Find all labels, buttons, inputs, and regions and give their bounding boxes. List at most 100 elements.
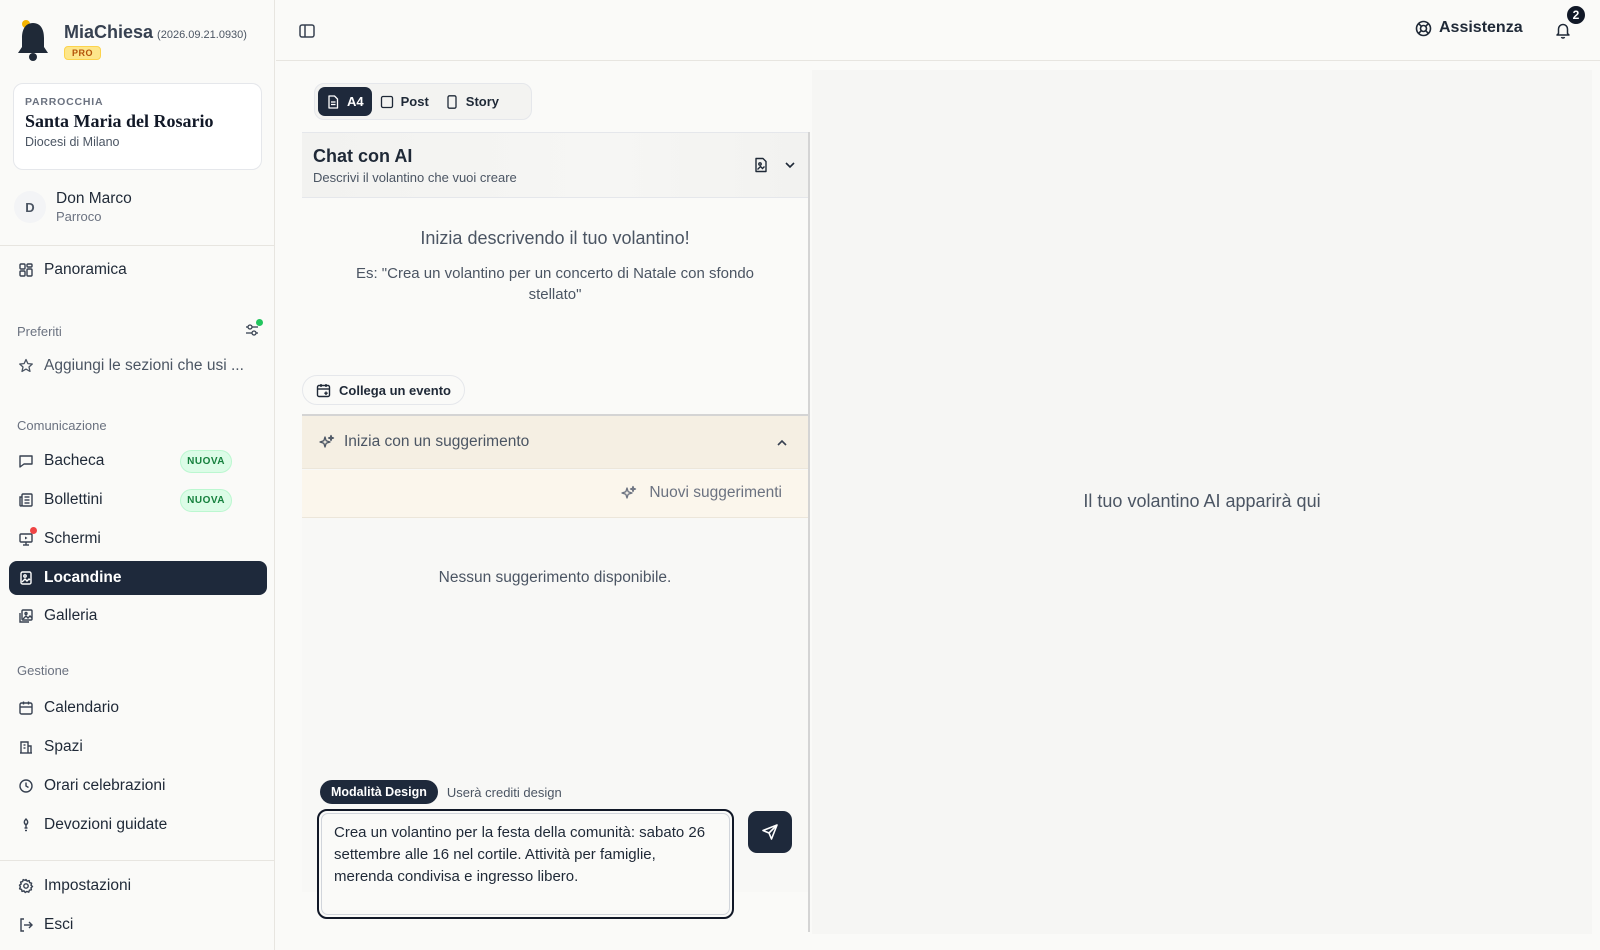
nav-esci[interactable]: Esci <box>9 908 267 942</box>
divider <box>0 245 275 246</box>
nav-overview-label: Panoramica <box>44 261 127 278</box>
suggestions-header[interactable]: Inizia con un suggerimento <box>302 416 808 469</box>
candle-icon <box>18 817 34 833</box>
nav-galleria[interactable]: Galleria <box>9 599 267 633</box>
notifications-count: 2 <box>1565 4 1587 26</box>
nav-bacheca[interactable]: Bacheca NUOVA <box>9 444 267 478</box>
send-button[interactable] <box>748 811 792 853</box>
nav-spazi[interactable]: Spazi <box>9 730 267 764</box>
nav-devozioni[interactable]: Devozioni guidate <box>9 808 267 842</box>
no-suggestions-text: Nessun suggerimento disponibile. <box>438 569 672 586</box>
preview-area: Il tuo volantino AI apparirà qui <box>812 70 1592 934</box>
tab-a4-label: A4 <box>347 94 364 109</box>
poster-icon <box>18 570 34 586</box>
sparkles-icon <box>621 485 637 501</box>
help-button[interactable]: Assistenza <box>1415 19 1523 37</box>
app-name: MiaChiesa <box>64 22 154 42</box>
newspaper-icon <box>18 492 34 508</box>
nav-locandine[interactable]: Locandine <box>9 561 267 595</box>
tab-post[interactable]: Post <box>372 87 437 116</box>
new-badge: NUOVA <box>180 488 232 512</box>
parish-label: PARROCCHIA <box>25 96 104 108</box>
preview-placeholder: Il tuo volantino AI apparirà qui <box>1083 491 1321 511</box>
chat-title: Chat con AI <box>313 146 413 166</box>
parish-diocese: Diocesi di Milano <box>25 135 120 149</box>
help-label: Assistenza <box>1439 19 1523 36</box>
app-version: (2026.09.21.0930) <box>157 29 247 41</box>
link-event-button[interactable]: Collega un evento <box>302 375 465 405</box>
document-icon <box>326 94 340 109</box>
chevron-down-icon[interactable] <box>784 159 796 171</box>
nav-overview[interactable]: Panoramica <box>9 253 267 287</box>
logout-icon <box>18 917 34 933</box>
prompt-input[interactable]: Crea un volantino per la festa della com… <box>321 813 730 915</box>
brand[interactable]: MiaChiesa (2026.09.21.0930) PRO <box>14 18 247 62</box>
communication-title: Comunicazione <box>17 418 107 433</box>
calendar-icon <box>18 700 34 716</box>
nav-galleria-label: Galleria <box>44 607 98 624</box>
chat-header[interactable]: Chat con AI Descrivi il volantino che vu… <box>302 132 808 198</box>
nav-impostazioni[interactable]: Impostazioni <box>9 869 267 903</box>
chat-subtitle: Descrivi il volantino che vuoi creare <box>313 170 517 185</box>
favorites-placeholder[interactable]: Aggiungi le sezioni che usi ... <box>9 349 267 383</box>
monitor-icon <box>18 527 37 547</box>
send-icon <box>762 824 778 840</box>
customize-favorites-icon[interactable] <box>244 319 263 338</box>
tab-a4[interactable]: A4 <box>318 87 372 116</box>
nav-locandine-label: Locandine <box>44 569 122 586</box>
empty-state-example: Es: "Crea un volantino per un concerto d… <box>355 265 755 303</box>
parish-name: Santa Maria del Rosario <box>25 111 214 131</box>
link-event-label: Collega un evento <box>339 382 451 398</box>
user-profile[interactable]: D Don Marco Parroco <box>14 190 132 224</box>
nav-schermi[interactable]: Schermi <box>9 522 267 556</box>
nav-devozioni-label: Devozioni guidate <box>44 816 168 833</box>
nav-orari-label: Orari celebrazioni <box>44 777 166 794</box>
nav-impostazioni-label: Impostazioni <box>44 877 132 894</box>
bell-logo-icon <box>14 18 52 62</box>
sparkles-icon <box>319 434 335 450</box>
new-suggestions-row: Nuovi suggerimenti <box>302 470 808 518</box>
sidebar: MiaChiesa (2026.09.21.0930) PRO PARROCCHI… <box>0 0 275 950</box>
nav-bollettini-label: Bollettini <box>44 491 103 508</box>
star-icon <box>18 358 34 374</box>
nav-bacheca-label: Bacheca <box>44 452 105 469</box>
new-suggestions-button[interactable]: Nuovi suggerimenti <box>621 484 782 502</box>
user-name: Don Marco <box>56 190 132 207</box>
suggestions-title: Inizia con un suggerimento <box>344 433 530 450</box>
favorites-title: Preferiti <box>17 324 62 339</box>
nav-spazi-label: Spazi <box>44 738 83 755</box>
prompt-box: Crea un volantino per la festa della com… <box>317 809 734 919</box>
design-mode: Modalità Design Userà crediti design <box>320 780 562 804</box>
format-tabs: A4 Post Story <box>314 83 532 120</box>
square-icon <box>380 95 394 109</box>
design-mode-badge[interactable]: Modalità Design <box>320 780 438 804</box>
pro-badge: PRO <box>64 46 102 60</box>
tab-story-label: Story <box>465 94 500 109</box>
tab-story[interactable]: Story <box>437 87 507 116</box>
design-credits-note: Userà crediti design <box>446 784 562 800</box>
user-role: Parroco <box>56 209 102 224</box>
notification-dot <box>30 527 37 534</box>
nav-schermi-label: Schermi <box>44 530 101 547</box>
chat-panel: Chat con AI Descrivi il volantino che vu… <box>302 132 810 932</box>
empty-state-title: Inizia descrivendo il tuo volantino! <box>420 228 690 248</box>
status-dot <box>256 319 263 326</box>
topbar: Assistenza 2 <box>276 0 1600 61</box>
nav-calendario[interactable]: Calendario <box>9 691 267 725</box>
chevron-up-icon[interactable] <box>776 437 788 449</box>
nav-calendario-label: Calendario <box>44 699 119 716</box>
avatar: D <box>14 191 46 223</box>
sidebar-toggle-icon[interactable] <box>298 22 316 40</box>
grid-icon <box>18 262 34 278</box>
management-title: Gestione <box>17 663 70 678</box>
lifebuoy-icon <box>1415 20 1432 37</box>
message-icon <box>18 453 34 469</box>
parish-card[interactable]: PARROCCHIA Santa Maria del Rosario Dioce… <box>13 83 262 170</box>
clock-icon <box>18 778 34 794</box>
nav-bollettini[interactable]: Bollettini NUOVA <box>9 483 267 517</box>
poster-template-icon[interactable] <box>753 157 769 173</box>
new-suggestions-label: Nuovi suggerimenti <box>649 484 782 501</box>
building-icon <box>18 739 34 755</box>
nav-orari[interactable]: Orari celebrazioni <box>9 769 267 803</box>
gallery-icon <box>18 608 34 624</box>
